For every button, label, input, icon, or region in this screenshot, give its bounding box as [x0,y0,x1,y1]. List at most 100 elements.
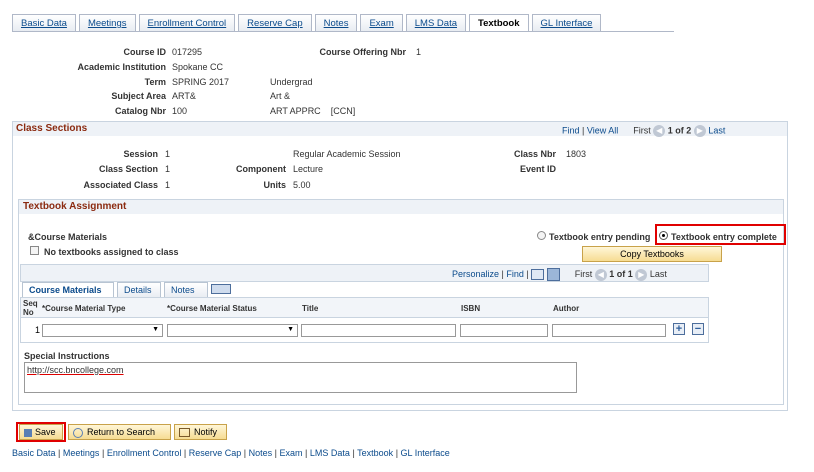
delete-row-icon[interactable]: − [692,323,704,335]
footer-link-basic-data[interactable]: Basic Data [12,448,56,458]
save-button[interactable]: Save [19,424,63,440]
catalog-desc: ART APPRC [CCN] [270,106,356,116]
copy-textbooks-button[interactable]: Copy Textbooks [582,246,722,262]
units-value: 5.00 [293,180,311,190]
tab-textbook[interactable]: Textbook [469,14,529,32]
special-instructions-textarea[interactable]: http://scc.bncollege.com [24,362,577,393]
view-all-link[interactable]: View All [587,125,618,135]
special-instructions-text: http://scc.bncollege.com [27,365,124,375]
tab-lms-data[interactable]: LMS Data [405,14,466,31]
row-range: 1 of 2 [667,125,692,136]
session-label: Session [123,149,158,159]
course-materials-label: &Course Materials [28,232,108,242]
event-id-label: Event ID [519,164,556,174]
page-tabs: Basic Data Meetings Enrollment Control R… [12,14,604,32]
save-icon [24,428,32,437]
units-label: Units [263,180,287,190]
return-to-search-button[interactable]: Return to Search [68,424,171,440]
footer-link-notes[interactable]: Notes [249,448,273,458]
subject-label: Subject Area [111,91,166,101]
previous-icon[interactable]: ◀ [653,125,666,137]
career-value: Undergrad [270,77,313,87]
material-status-select[interactable]: ▼ [167,324,298,337]
notify-icon [179,428,190,438]
class-nbr-value: 1803 [566,149,587,159]
material-type-select[interactable]: ▼ [42,324,163,337]
col-author: Author [553,304,580,313]
subject-desc: Art & [270,91,291,101]
no-textbooks-checkbox[interactable] [30,246,39,255]
tab-reserve-cap[interactable]: Reserve Cap [238,14,312,31]
footer-link-enrollment-control[interactable]: Enrollment Control [107,448,182,458]
col-material-status: *Course Material Status [167,304,257,313]
catalog-label: Catalog Nbr [114,106,166,116]
course-offering-value: 1 [416,47,422,57]
last-link[interactable]: Last [708,125,725,135]
institution-label: Academic Institution [77,62,166,72]
entry-pending-label: Textbook entry pending [549,232,651,242]
component-label: Component [236,164,286,174]
subtab-notes[interactable]: Notes [164,282,208,297]
title-input[interactable] [301,324,456,337]
footer-link-exam[interactable]: Exam [280,448,303,458]
course-id-value: 017295 [172,47,203,57]
grid-previous-icon[interactable]: ◀ [594,268,607,281]
isbn-input[interactable] [460,324,548,337]
session-desc: Regular Academic Session [293,149,401,159]
notify-button-label: Notify [194,427,218,437]
footer-links: Basic Data | Meetings | Enrollment Contr… [12,448,450,458]
class-section-value: 1 [165,164,171,174]
col-seq-no: Seq No [23,299,38,317]
grid-nav: Personalize | Find | First ◀ 1 of 1 ▶ La… [452,268,667,281]
add-row-icon[interactable]: + [673,323,685,335]
grid-find-link[interactable]: Find [506,269,524,279]
associated-class-label: Associated Class [83,180,158,190]
institution-value: Spokane CC [172,62,224,72]
next-icon[interactable]: ▶ [693,125,706,137]
tab-exam[interactable]: Exam [360,14,403,31]
footer-link-meetings[interactable]: Meetings [63,448,100,458]
textbook-assignment-title: Textbook Assignment [23,201,127,212]
entry-pending-radio[interactable] [537,231,546,240]
row-seq-value: 1 [35,325,41,335]
tab-meetings[interactable]: Meetings [78,14,136,31]
col-isbn: ISBN [461,304,481,313]
footer-link-reserve-cap[interactable]: Reserve Cap [189,448,242,458]
class-nbr-label: Class Nbr [513,149,556,159]
class-section-label: Class Section [98,164,158,174]
subject-value: ART& [172,91,196,101]
tab-gl-interface[interactable]: GL Interface [531,14,602,31]
tab-notes[interactable]: Notes [314,14,358,31]
view-grid-icon[interactable] [531,269,545,280]
search-icon [73,427,83,438]
show-all-columns-icon[interactable] [211,284,231,294]
find-link[interactable]: Find [562,125,580,135]
personalize-link[interactable]: Personalize [452,269,499,279]
footer-link-gl-interface[interactable]: GL Interface [401,448,450,458]
footer-link-lms-data[interactable]: LMS Data [310,448,350,458]
special-instructions-label: Special Instructions [24,351,110,361]
grid-last-label: Last [649,268,667,279]
entry-complete-label: Textbook entry complete [671,232,777,242]
col-title: Title [302,304,319,313]
tab-enrollment-control[interactable]: Enrollment Control [138,14,236,31]
col-material-type: *Course Material Type [42,304,126,313]
subtab-details[interactable]: Details [117,282,161,297]
footer-link-textbook[interactable]: Textbook [357,448,393,458]
grid-next-icon[interactable]: ▶ [635,268,648,281]
tab-divider [12,31,674,32]
return-button-label: Return to Search [87,427,156,437]
textbook-header-bar [19,200,783,214]
download-icon[interactable] [546,268,560,281]
save-button-label: Save [35,427,56,437]
author-input[interactable] [552,324,666,337]
notify-button[interactable]: Notify [174,424,227,440]
subtab-course-materials[interactable]: Course Materials [22,282,114,297]
component-value: Lecture [293,164,324,174]
class-sections-nav: Find | View All First ◀ 1 of 2 ▶ Last [562,125,726,137]
tab-basic-data[interactable]: Basic Data [12,14,76,31]
associated-class-value: 1 [165,180,171,190]
session-value: 1 [165,149,171,159]
entry-complete-radio[interactable] [659,231,668,240]
grid-row-range: 1 of 1 [609,268,633,279]
